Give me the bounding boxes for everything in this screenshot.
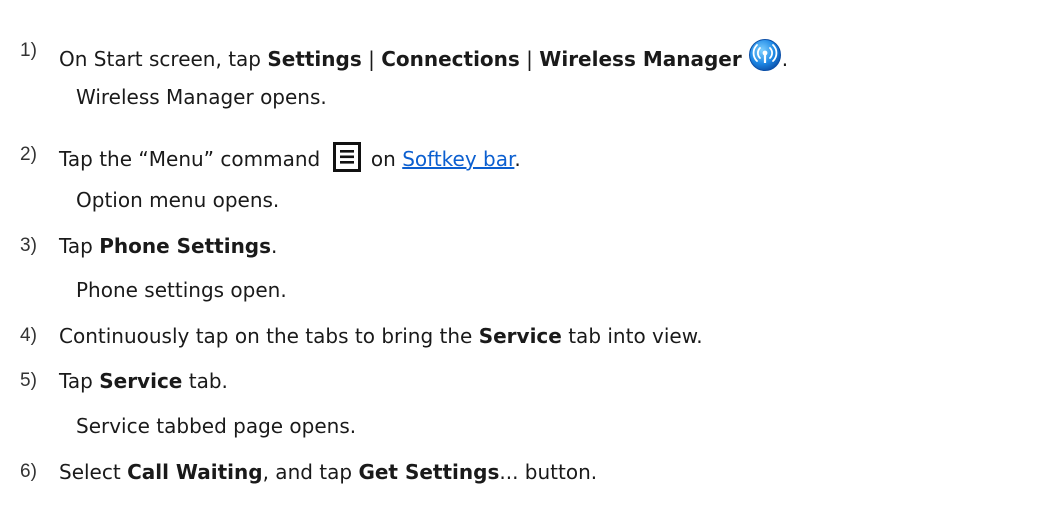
- service-label: Service: [478, 324, 562, 348]
- step-text: Tap Service tab.: [59, 368, 228, 394]
- step-text-plain: Tap: [59, 234, 100, 258]
- step-text-plain: on: [364, 147, 403, 171]
- step-text: Tap the “Menu” command on Softkey bar.: [59, 142, 521, 172]
- step-text-plain: , and tap: [262, 460, 359, 484]
- period: .: [271, 234, 278, 258]
- call-waiting-label: Call Waiting: [127, 460, 263, 484]
- separator: |: [361, 47, 382, 71]
- step-3-result: Phone settings open.: [76, 278, 287, 302]
- wireless-manager-label: Wireless Manager: [539, 47, 742, 71]
- service-label: Service: [99, 369, 183, 393]
- softkey-bar-link[interactable]: Softkey bar: [402, 147, 514, 171]
- period: .: [781, 47, 789, 71]
- step-text-plain: Continuously tap on the tabs to bring th…: [59, 324, 479, 348]
- separator: |: [519, 47, 540, 71]
- step-text-plain: On Start screen, tap: [59, 47, 268, 71]
- step-text-plain: tab into view.: [561, 324, 703, 348]
- step-text: On Start screen, tap Settings | Connecti…: [59, 38, 788, 72]
- step-number: 1): [20, 40, 37, 61]
- get-settings-label: Get Settings: [358, 460, 500, 484]
- wireless-manager-icon: [748, 38, 782, 72]
- step-text-plain: ... button.: [499, 460, 598, 484]
- step-2-result: Option menu opens.: [76, 188, 280, 212]
- instruction-page: 1) On Start screen, tap Settings | Conne…: [0, 0, 1047, 512]
- settings-label: Settings: [267, 47, 362, 71]
- step-number: 3): [20, 235, 37, 256]
- step-5-result: Service tabbed page opens.: [76, 414, 357, 438]
- menu-command-icon: [332, 142, 361, 172]
- period: .: [514, 147, 521, 171]
- step-text-plain: Tap: [59, 369, 100, 393]
- step-number: 5): [20, 370, 37, 391]
- step-text-plain: tab.: [182, 369, 228, 393]
- step-number: 6): [20, 461, 37, 482]
- step-text: Tap Phone Settings.: [59, 233, 277, 259]
- step-text-plain: Select: [59, 460, 128, 484]
- step-number: 4): [20, 325, 37, 346]
- phone-settings-label: Phone Settings: [99, 234, 272, 258]
- step-text: Continuously tap on the tabs to bring th…: [59, 323, 703, 349]
- step-text: Select Call Waiting, and tap Get Setting…: [59, 459, 597, 485]
- step-1-result: Wireless Manager opens.: [76, 85, 327, 109]
- step-text-plain: Tap the “Menu” command: [59, 147, 327, 171]
- step-number: 2): [20, 144, 37, 165]
- connections-label: Connections: [381, 47, 520, 71]
